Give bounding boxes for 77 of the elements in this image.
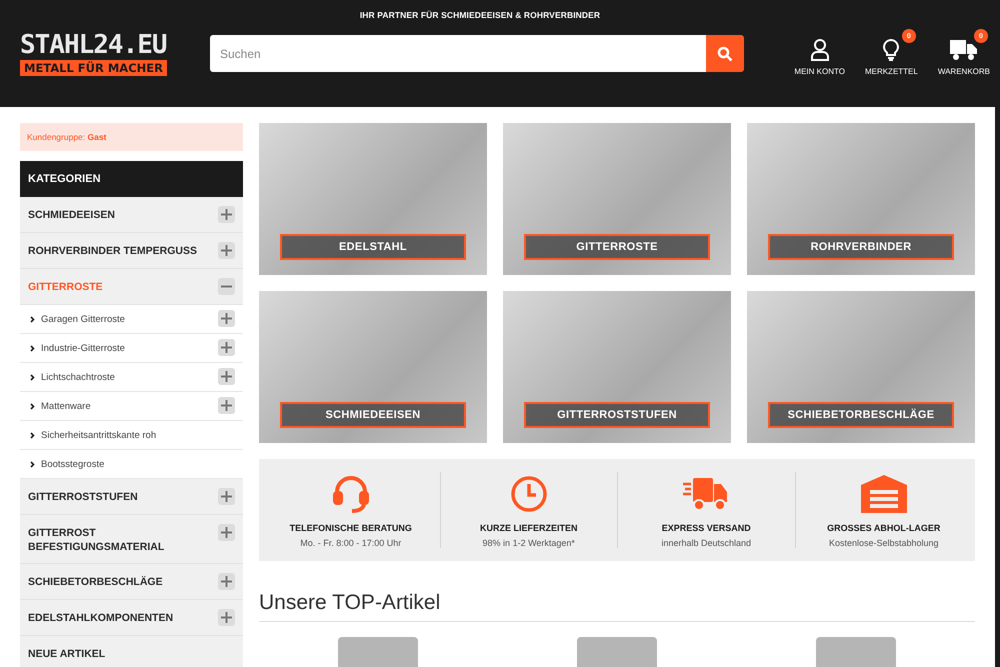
clock-icon (510, 475, 548, 513)
expand-button[interactable] (218, 310, 235, 327)
category-tile[interactable]: ROHRVERBINDER (747, 123, 975, 275)
plus-icon (221, 612, 232, 623)
category-link[interactable]: ROHRVERBINDER TEMPERGUSS (28, 244, 197, 258)
expand-button[interactable] (218, 488, 235, 505)
category-link[interactable]: NEUE ARTIKEL (28, 647, 106, 661)
subcategory-link[interactable]: Bootsstegroste (30, 458, 104, 470)
chevron-icon (30, 374, 35, 380)
truck-icon (683, 476, 730, 512)
category-tile[interactable]: GITTERROSTSTUFEN (503, 291, 731, 443)
plus-icon (221, 527, 232, 538)
feature-text: innerhalb Deutschland (661, 538, 752, 548)
plus-icon (221, 209, 232, 220)
category-link[interactable]: EDELSTAHLKOMPONENTEN (28, 611, 174, 625)
subcategory-link[interactable]: Industrie-Gitterroste (30, 342, 125, 354)
tile-label: ROHRVERBINDER (768, 234, 954, 260)
account-button[interactable]: MEIN KONTO (794, 37, 845, 76)
plus-icon (221, 371, 232, 382)
categories-heading: KATEGORIEN (20, 161, 243, 197)
lightbulb-icon (882, 39, 900, 61)
headset-icon (330, 474, 371, 514)
search-field[interactable]: Suchen (210, 35, 706, 72)
subcategory-link[interactable]: Garagen Gitterroste (30, 314, 125, 324)
chevron-icon (30, 316, 35, 322)
expand-button[interactable] (218, 573, 235, 590)
subcategory-link[interactable]: Sicherheitsantrittskante roh (30, 430, 156, 440)
feature-text: 98% in 1-2 Werktagen* (482, 538, 575, 548)
category-link[interactable]: SCHMIEDEEISEN (28, 208, 115, 222)
subcategory-link[interactable]: Mattenware (30, 400, 91, 412)
feature-text: Kostenlose-Selbstabholung (828, 538, 939, 548)
plus-icon (221, 313, 232, 324)
search-button[interactable] (706, 35, 744, 72)
tile-label: EDELSTAHL (280, 234, 466, 260)
category-tile[interactable]: EDELSTAHL (259, 123, 487, 275)
user-icon (810, 39, 830, 61)
chevron-icon (30, 344, 35, 352)
feature-title: KURZE LIEFERZEITEN (480, 523, 578, 533)
category-link[interactable]: SCHIEBETORBESCHLÄGE (28, 575, 163, 589)
subcategory-link[interactable]: Lichtschachtroste (30, 372, 115, 382)
feature-text: Mo. - Fr. 8:00 - 17:00 Uhr (300, 538, 402, 548)
tile-label: SCHMIEDEEISEN (280, 402, 466, 428)
expand-button[interactable] (218, 524, 235, 541)
chevron-icon (30, 432, 35, 438)
plus-icon (221, 245, 232, 256)
section-heading: Unsere TOP-Artikel (259, 591, 975, 622)
warehouse-icon (860, 475, 907, 513)
category-tile[interactable]: SCHIEBETORBESCHLÄGE (747, 291, 975, 443)
expand-button[interactable] (218, 368, 235, 385)
expand-button[interactable] (218, 397, 235, 414)
plus-icon (221, 342, 232, 353)
tagline: IHR PARTNER FÜR SCHMIEDEEISEN & ROHRVERBINDER (358, 10, 602, 20)
customer-group-text: Kundengruppe: Gast (20, 123, 243, 151)
feature-title: GROSSES ABHOL-LAGER (827, 523, 940, 533)
tile-label: SCHIEBETORBESCHLÄGE (768, 402, 954, 428)
tile-label: GITTERROSTSTUFEN (524, 402, 710, 428)
tile-label: GITTERROSTE (524, 234, 710, 260)
category-link[interactable]: GITTERROSTSTUFEN (28, 490, 138, 504)
expand-button[interactable] (218, 242, 235, 259)
chevron-icon (30, 402, 35, 410)
chevron-icon (30, 460, 35, 468)
category-link[interactable]: GITTERROST BEFESTIGUNGSMATERIAL (28, 526, 208, 554)
category-tile[interactable]: SCHMIEDEEISEN (259, 291, 487, 443)
search-icon (717, 46, 733, 62)
expand-button[interactable] (218, 609, 235, 626)
plus-icon (221, 400, 232, 411)
expand-button[interactable] (218, 206, 235, 223)
plus-icon (221, 576, 232, 587)
collapse-button[interactable] (218, 278, 235, 295)
truck-icon (950, 39, 978, 61)
feature-title: TELEFONISCHE BERATUNG (290, 523, 412, 533)
logo-text[interactable]: STAHL24.EU (20, 31, 170, 59)
plus-icon (221, 491, 232, 502)
expand-button[interactable] (218, 339, 235, 356)
category-tile[interactable]: GITTERROSTE (503, 123, 731, 275)
logo-slogan: METALL FÜR MACHER (20, 60, 167, 76)
feature-title: EXPRESS VERSAND (662, 523, 751, 533)
